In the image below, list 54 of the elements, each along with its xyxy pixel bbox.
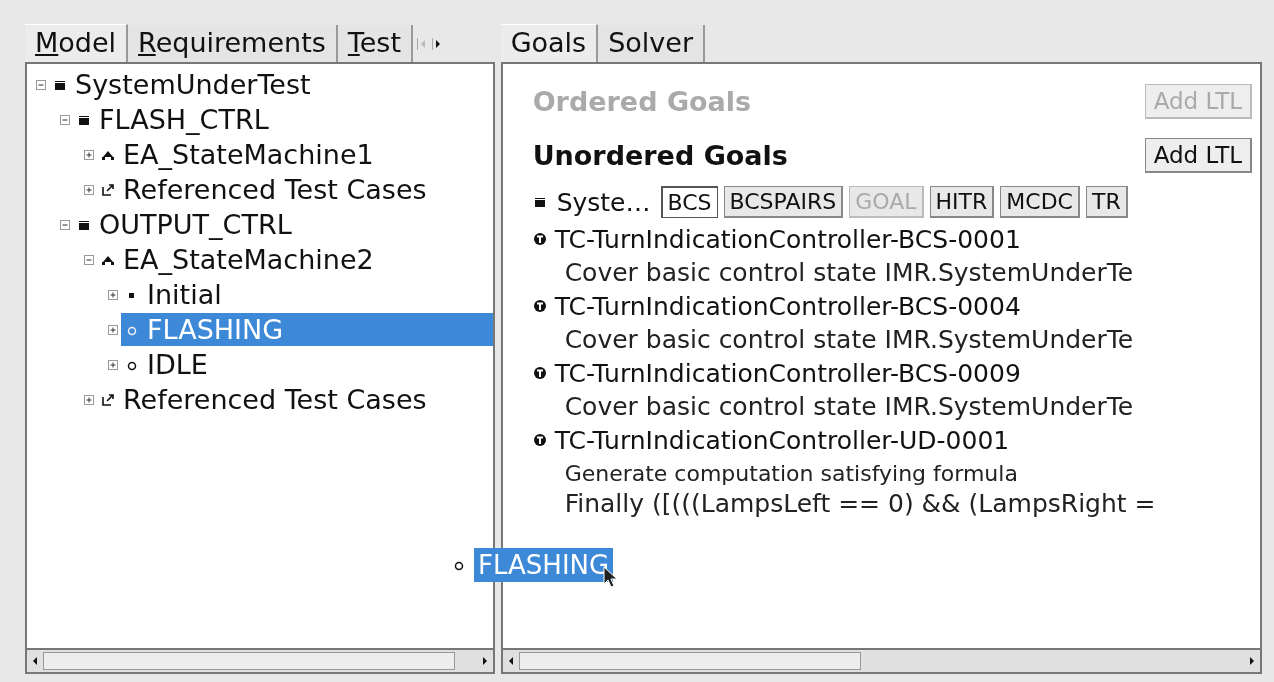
collapse-icon[interactable] — [59, 113, 71, 126]
expand-icon[interactable] — [83, 393, 95, 406]
expand-icon[interactable] — [83, 148, 95, 161]
goal-description: Generate computation satisfying formula — [563, 460, 1019, 487]
tree-item[interactable]: EA_StateMachine2 — [97, 243, 493, 276]
expand-icon[interactable] — [107, 288, 119, 301]
test-icon — [532, 433, 547, 447]
goal-title: TC-TurnIndicationController-BCS-0009 — [554, 358, 1021, 388]
goal-title: TC-TurnIndicationController-BCS-0004 — [554, 291, 1021, 321]
goal-title: TC-TurnIndicationController-UD-0001 — [554, 425, 1010, 455]
component-icon — [532, 195, 547, 209]
tab[interactable]: Requirements — [128, 25, 338, 62]
section-title: Ordered Goals — [532, 85, 752, 117]
tree-item[interactable]: IDLE — [121, 348, 493, 381]
tree-item[interactable]: OUTPUT_CTRL — [73, 208, 493, 241]
test-icon — [532, 366, 547, 380]
horizontal-scrollbar[interactable] — [25, 648, 495, 674]
expand-icon[interactable] — [107, 358, 119, 371]
dragged-item: FLASHING — [474, 548, 614, 582]
component-label: Syste… — [556, 187, 651, 217]
test-icon — [532, 299, 547, 313]
coverage-button[interactable]: BCS — [660, 186, 718, 218]
goal-description: Cover basic control state IMR.SystemUnderTe — [563, 257, 1135, 289]
tree-item[interactable]: Initial — [121, 278, 493, 311]
collapse-icon[interactable] — [83, 253, 95, 266]
tab[interactable]: Solver — [598, 25, 706, 62]
goal-description: Finally ([(((LampsLeft == 0) && (LampsRight = — [563, 488, 1157, 520]
tab[interactable]: Goals — [500, 24, 599, 62]
expand-icon[interactable] — [107, 323, 119, 336]
tree-item[interactable]: Referenced Test Cases — [97, 173, 493, 206]
goal-title: TC-TurnIndicationController-BCS-0001 — [554, 224, 1021, 254]
tab[interactable]: Model — [25, 24, 129, 62]
scroll-right-icon[interactable] — [432, 38, 443, 50]
tree-item[interactable]: SystemUnderTest — [49, 68, 493, 101]
expand-icon[interactable] — [83, 183, 95, 196]
link-icon — [101, 392, 115, 407]
tree-item[interactable]: Referenced Test Cases — [97, 383, 493, 416]
goal-description: Cover basic control state IMR.SystemUnderTe — [563, 324, 1135, 356]
section-title: Unordered Goals — [532, 139, 788, 171]
coverage-button[interactable]: HITR — [929, 186, 995, 218]
tree-item[interactable]: EA_StateMachine1 — [97, 138, 493, 171]
collapse-icon[interactable] — [35, 78, 47, 91]
add-ltl-button[interactable]: Add LTL — [1144, 137, 1252, 173]
coverage-button[interactable]: MCDC — [1000, 186, 1080, 218]
collapse-icon[interactable] — [59, 218, 71, 231]
tab[interactable]: Test — [337, 25, 413, 62]
goal-description: Cover basic control state IMR.SystemUnderTe — [563, 391, 1135, 423]
horizontal-scrollbar[interactable] — [500, 648, 1262, 674]
tree-item[interactable]: FLASHING — [121, 313, 493, 346]
test-icon — [532, 232, 547, 246]
coverage-button[interactable]: TR — [1085, 186, 1128, 218]
tree-item[interactable]: FLASH_CTRL — [73, 103, 493, 136]
coverage-button[interactable]: BCSPAIRS — [723, 186, 844, 218]
link-icon — [101, 182, 115, 197]
